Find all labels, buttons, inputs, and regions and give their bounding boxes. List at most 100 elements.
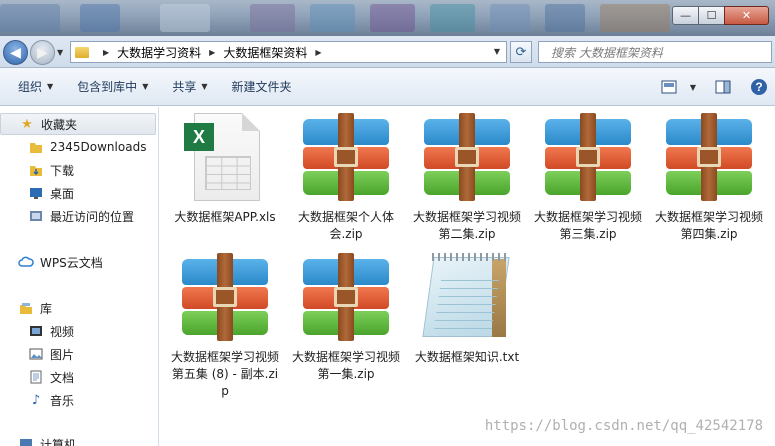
sidebar-item-label: 图片	[50, 347, 75, 362]
video-icon	[28, 323, 44, 339]
preview-pane-button[interactable]	[712, 76, 734, 98]
background-blur	[160, 4, 210, 32]
sidebar-item-computer[interactable]: 计算机	[0, 433, 76, 446]
chevron-down-icon: ▼	[47, 82, 54, 91]
file-item[interactable]: 大数据框架学习视频第二集.zip	[412, 113, 522, 243]
winrar-archive-icon	[180, 253, 270, 343]
maximize-button[interactable]: ☐	[698, 6, 725, 25]
file-item[interactable]: 大数据框架学习视频第一集.zip	[291, 253, 401, 383]
pictures-icon	[28, 346, 44, 362]
sidebar-item-label: WPS云文档	[40, 255, 103, 270]
forward-arrow-icon: ▶	[37, 44, 48, 61]
sidebar-item-label: 音乐	[50, 393, 75, 408]
breadcrumb-item[interactable]: 大数据学习资料	[117, 44, 201, 61]
window-controls: — ☐ ✕	[672, 6, 769, 25]
file-name: 大数据框架知识.txt	[414, 350, 520, 364]
excel-file-icon: X	[180, 113, 270, 203]
breadcrumb-item[interactable]: 大数据框架资料	[223, 44, 307, 61]
share-menu[interactable]: 共享 ▼	[162, 75, 217, 99]
winrar-archive-icon	[301, 253, 391, 343]
background-blur	[545, 4, 585, 32]
back-arrow-icon: ◀	[10, 44, 21, 61]
chevron-right-icon[interactable]: ▶	[209, 48, 215, 57]
organize-label: 组织	[18, 80, 43, 94]
file-item[interactable]: 大数据框架学习视频第三集.zip	[533, 113, 643, 243]
navigation-pane: ★ 收藏夹 2345Downloads 下载 桌面 最近访问的位置 WPS云文档…	[0, 107, 159, 446]
background-blur	[250, 4, 295, 32]
sidebar-item-libraries[interactable]: 库	[0, 297, 52, 319]
sidebar-item-videos[interactable]: 视频	[0, 320, 74, 342]
new-folder-button[interactable]: 新建文件夹	[222, 75, 302, 99]
include-in-library-menu[interactable]: 包含到库中 ▼	[67, 75, 158, 99]
back-button[interactable]: ◀	[3, 40, 28, 65]
file-item[interactable]: 大数据框架学习视频第四集.zip	[654, 113, 764, 243]
close-button[interactable]: ✕	[724, 6, 769, 25]
recent-places-icon	[28, 208, 44, 224]
address-bar: ◀ ▶ ▼ ▶ 大数据学习资料 ▶ 大数据框架资料 ▶ ▼ ⟳ 搜索 大数据框架…	[0, 36, 775, 68]
sidebar-item-label: 收藏夹	[41, 117, 78, 132]
file-item[interactable]: 大数据框架知识.txt	[412, 253, 522, 366]
file-name: 大数据框架APP.xls	[174, 210, 276, 224]
music-icon: ♪	[31, 392, 41, 408]
winrar-archive-icon	[664, 113, 754, 203]
help-button[interactable]: ?	[748, 76, 770, 98]
view-icon	[661, 80, 677, 94]
sidebar-item-music[interactable]: ♪ 音乐	[0, 389, 74, 411]
computer-icon	[18, 436, 34, 446]
chevron-right-icon[interactable]: ▶	[103, 48, 109, 57]
chevron-down-icon: ▼	[201, 82, 208, 91]
view-dropdown[interactable]: ▼	[682, 76, 704, 98]
star-icon: ★	[21, 116, 33, 132]
file-name: 大数据框架学习视频第二集.zip	[412, 210, 521, 241]
path-dropdown[interactable]: ▼	[494, 47, 500, 56]
close-icon: ✕	[741, 9, 752, 22]
background-blur	[370, 4, 415, 32]
background-blur	[490, 4, 530, 32]
sidebar-item-2345downloads[interactable]: 2345Downloads	[0, 136, 146, 158]
sidebar-item-favorites[interactable]: ★ 收藏夹	[0, 113, 156, 135]
background-blur	[80, 4, 120, 32]
desktop-icon	[28, 185, 44, 201]
refresh-icon: ⟳	[515, 44, 527, 60]
recent-pages-dropdown[interactable]: ▼	[57, 48, 63, 57]
background-blur	[310, 4, 355, 32]
view-options-button[interactable]	[658, 76, 680, 98]
sidebar-item-downloads[interactable]: 下载	[0, 159, 74, 181]
organize-menu[interactable]: 组织 ▼	[8, 75, 63, 99]
sidebar-item-label: 最近访问的位置	[50, 209, 135, 224]
background-blur	[600, 4, 670, 32]
file-list: X 大数据框架APP.xls 大数据框架个人体会.zip 大数据框架学习视频第二…	[160, 107, 775, 446]
search-placeholder: 搜索 大数据框架资料	[551, 45, 663, 60]
folder-icon	[75, 46, 89, 58]
minimize-button[interactable]: —	[672, 6, 699, 25]
sidebar-item-pictures[interactable]: 图片	[0, 343, 74, 365]
watermark: https://blog.csdn.net/qq_42542178	[484, 418, 763, 434]
sidebar-item-label: 下载	[50, 163, 75, 178]
forward-button[interactable]: ▶	[30, 40, 55, 65]
file-name: 大数据框架学习视频第五集 (8) - 副本.zip	[170, 350, 279, 398]
folder-icon	[28, 139, 44, 155]
downloads-folder-icon	[28, 162, 44, 178]
file-name: 大数据框架学习视频第一集.zip	[291, 350, 400, 381]
minimize-icon: —	[680, 9, 691, 22]
sidebar-item-recent-places[interactable]: 最近访问的位置	[0, 205, 134, 227]
sidebar-item-documents[interactable]: 文档	[0, 366, 74, 388]
winrar-archive-icon	[543, 113, 633, 203]
file-item[interactable]: 大数据框架学习视频第五集 (8) - 副本.zip	[170, 253, 280, 400]
sidebar-item-wps-cloud[interactable]: WPS云文档	[0, 251, 103, 273]
refresh-button[interactable]: ⟳	[510, 41, 532, 63]
file-item[interactable]: 大数据框架个人体会.zip	[291, 113, 401, 243]
svg-text:?: ?	[755, 80, 762, 94]
help-icon: ?	[751, 79, 767, 95]
sidebar-item-label: 计算机	[40, 437, 77, 446]
chevron-right-icon[interactable]: ▶	[315, 48, 321, 57]
winrar-archive-icon	[301, 113, 391, 203]
breadcrumb[interactable]: ▶ 大数据学习资料 ▶ 大数据框架资料 ▶ ▼	[70, 41, 507, 63]
documents-icon	[28, 369, 44, 385]
file-item[interactable]: X 大数据框架APP.xls	[170, 113, 280, 226]
search-input[interactable]: 搜索 大数据框架资料	[538, 41, 772, 63]
sidebar-item-desktop[interactable]: 桌面	[0, 182, 74, 204]
background-blur	[0, 4, 60, 32]
chevron-down-icon: ▼	[689, 82, 697, 92]
sidebar-item-label: 桌面	[50, 186, 75, 201]
